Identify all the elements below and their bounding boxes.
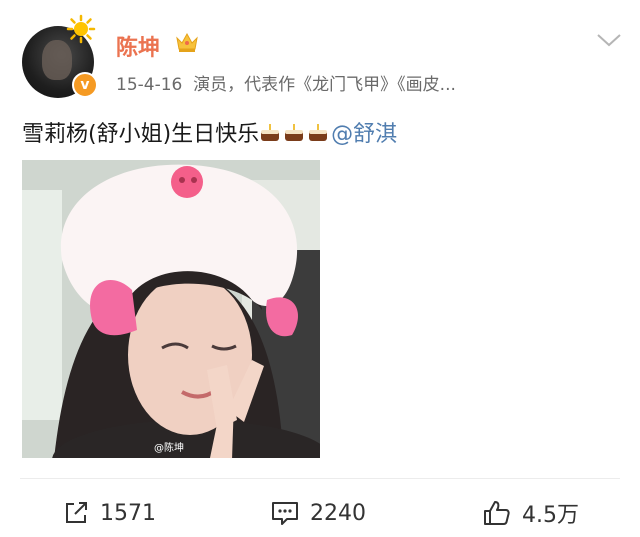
repost-count: 1571 <box>100 500 156 526</box>
cake-emoji-icon <box>285 124 304 141</box>
comment-icon <box>272 502 298 525</box>
verified-badge: v <box>72 72 98 98</box>
post-body: 雪莉杨(舒小姐)生日快乐 <box>22 122 260 147</box>
mention-link[interactable]: @舒淇 <box>331 122 397 147</box>
crown-icon[interactable] <box>174 30 200 54</box>
cake-emoji-icon <box>261 124 280 141</box>
chevron-down-icon[interactable] <box>596 32 622 48</box>
repost-icon <box>66 502 87 523</box>
user-description: 演员，代表作《龙门飞甲》《画皮... <box>193 75 456 95</box>
post-meta: 15-4-16 演员，代表作《龙门飞甲》《画皮... <box>116 70 456 95</box>
post-text: 雪莉杨(舒小姐)生日快乐 @舒淇 <box>22 116 397 148</box>
sun-icon <box>66 14 96 44</box>
like-button[interactable]: 4.5万 <box>482 496 579 530</box>
post-photo[interactable]: @陈坤 <box>22 160 320 458</box>
username[interactable]: 陈坤 <box>116 30 160 62</box>
avatar-photo <box>42 40 72 80</box>
thumbs-up-icon <box>484 501 510 525</box>
timestamp[interactable]: 15-4-16 <box>116 75 182 95</box>
photo-illustration <box>22 160 320 458</box>
comment-count: 2240 <box>310 500 366 526</box>
like-count: 4.5万 <box>522 503 579 528</box>
photo-watermark: @陈坤 <box>154 443 184 454</box>
comment-button[interactable]: 2240 <box>270 496 366 530</box>
cake-emoji-icon <box>309 124 328 141</box>
repost-button[interactable]: 1571 <box>62 496 156 530</box>
divider <box>20 478 620 479</box>
